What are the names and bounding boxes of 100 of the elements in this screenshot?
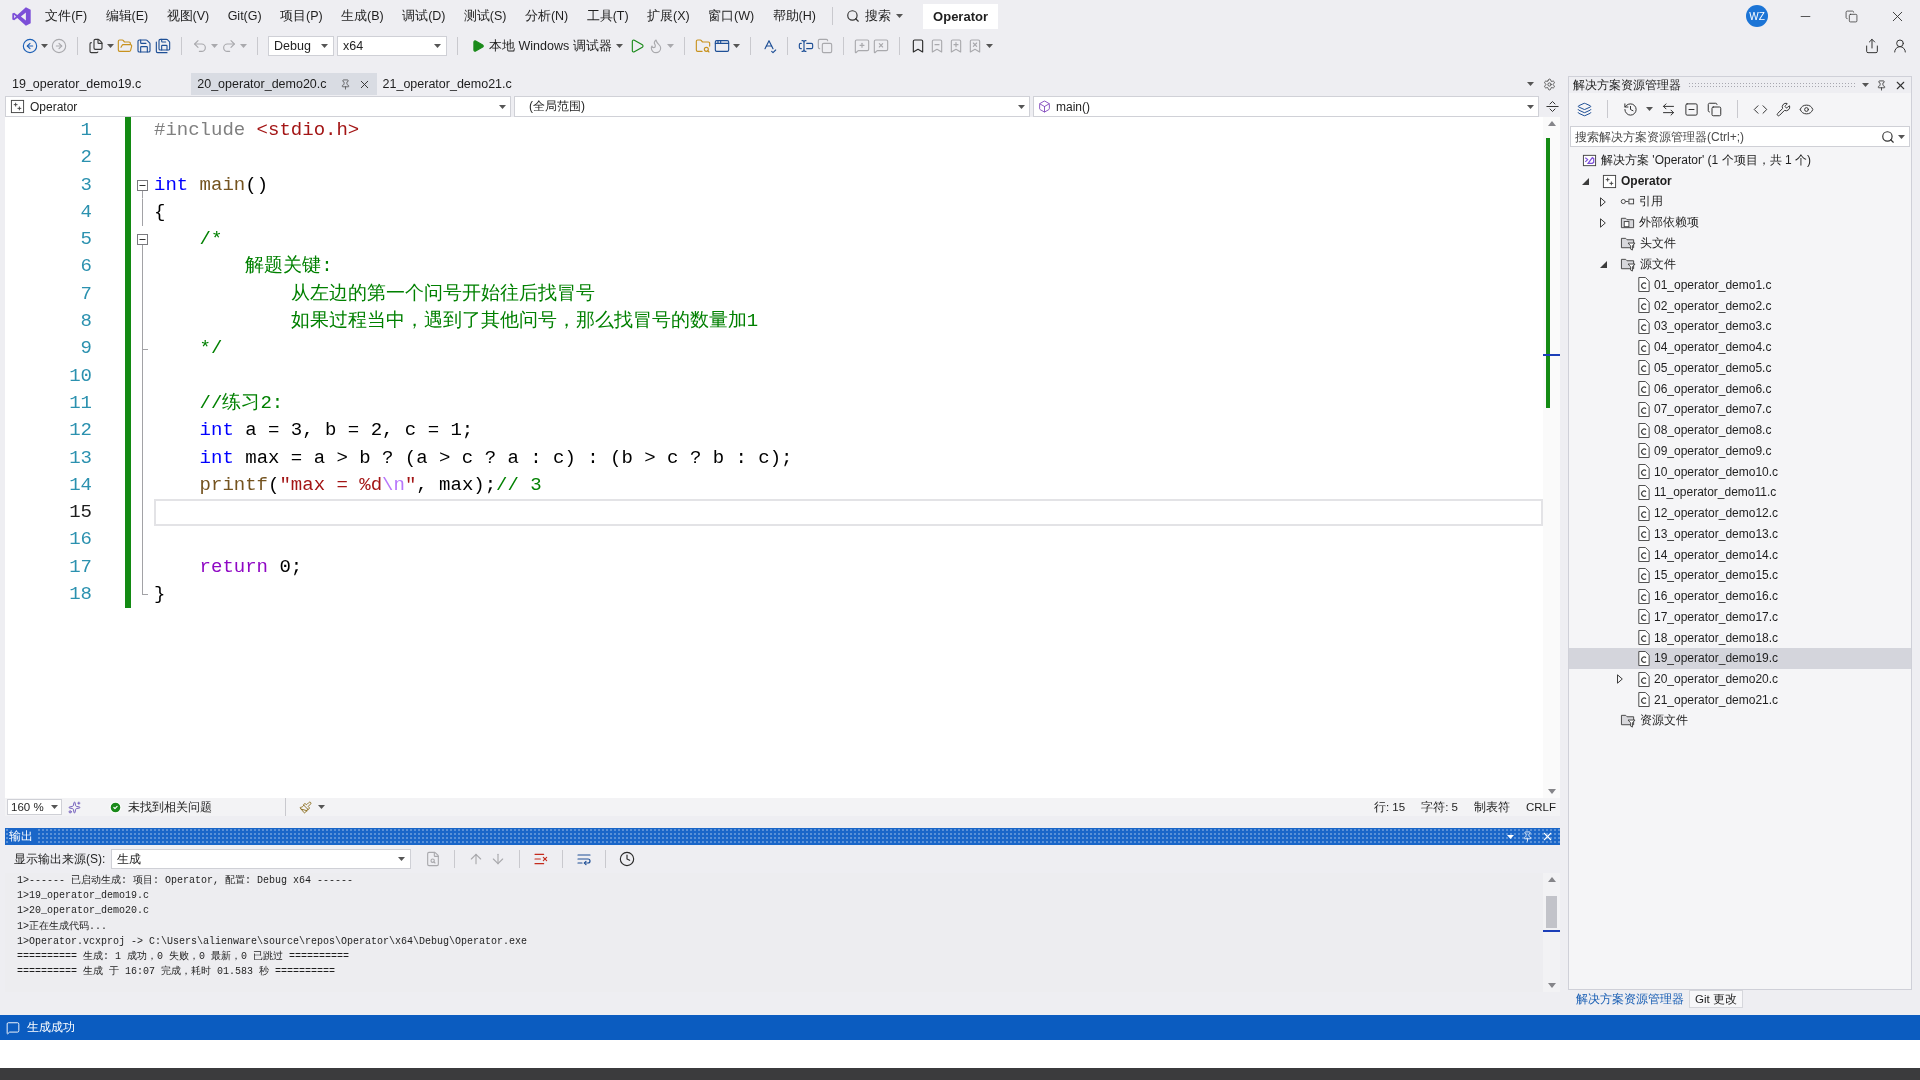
caret-icon[interactable] <box>318 805 325 809</box>
layers-icon[interactable] <box>1577 101 1592 117</box>
caret-right-icon[interactable] <box>1599 196 1606 207</box>
tree-item[interactable]: 13_operator_demo13.c <box>1569 523 1911 545</box>
project-dropdown[interactable]: Operator <box>5 96 511 117</box>
brush-icon[interactable] <box>299 800 312 814</box>
tree-item[interactable]: 01_operator_demo1.c <box>1569 274 1911 296</box>
panel-tab[interactable]: 解决方案资源管理器 <box>1571 990 1689 1008</box>
tree-item[interactable]: 资源文件 <box>1569 710 1911 731</box>
tree-item[interactable]: 21_operator_demo21.c <box>1569 689 1911 711</box>
speech-bubble-icon[interactable] <box>6 1020 20 1035</box>
save-all-icon[interactable] <box>155 38 171 54</box>
tree-item[interactable]: 09_operator_demo9.c <box>1569 440 1911 462</box>
tree-item[interactable]: 05_operator_demo5.c <box>1569 357 1911 379</box>
pin-icon[interactable] <box>1876 79 1887 91</box>
menu-item[interactable]: 分析(N) <box>515 7 578 25</box>
sparkles-icon[interactable] <box>68 800 81 814</box>
toolbar-dropdown[interactable]: Debug <box>268 36 334 56</box>
search-icon[interactable] <box>1881 129 1895 144</box>
caret-icon[interactable] <box>1507 834 1514 839</box>
output-source-dropdown[interactable]: 生成 <box>111 849 412 869</box>
menu-item[interactable]: 视图(V) <box>157 7 219 25</box>
tree-item[interactable]: 解决方案 'Operator' (1 个项目，共 1 个) <box>1569 150 1911 171</box>
save-icon[interactable] <box>136 38 152 54</box>
caret-down-icon[interactable] <box>1582 177 1589 185</box>
tree-item[interactable]: 18_operator_demo18.c <box>1569 627 1911 648</box>
pin-icon[interactable] <box>1522 831 1533 842</box>
scroll-up-icon[interactable] <box>1547 877 1556 882</box>
tree-item[interactable]: 外部依赖项 <box>1569 212 1911 233</box>
tree-item[interactable]: 14_operator_demo14.c <box>1569 544 1911 565</box>
tree-item[interactable]: 源文件 <box>1569 253 1911 275</box>
back-icon[interactable] <box>22 38 38 54</box>
caret-icon[interactable] <box>615 44 623 48</box>
start-debugging-button[interactable]: 本地 Windows 调试器 <box>468 37 626 55</box>
menu-item[interactable]: 文件(F) <box>36 7 97 25</box>
caret-icon[interactable] <box>1898 134 1905 139</box>
restore-icon[interactable] <box>1844 9 1858 23</box>
scroll-up-icon[interactable] <box>1547 121 1556 126</box>
caret-icon[interactable] <box>41 44 48 48</box>
tree-item[interactable]: 20_operator_demo20.c <box>1569 668 1911 690</box>
line-status[interactable]: 行: 15 <box>1374 799 1406 815</box>
scroll-down-icon[interactable] <box>1547 983 1556 988</box>
tree-item[interactable]: 15_operator_demo15.c <box>1569 565 1911 586</box>
scroll-thumb[interactable] <box>1546 896 1557 928</box>
files-icon[interactable] <box>88 38 104 54</box>
settings-icon[interactable] <box>1543 77 1556 91</box>
caret-icon[interactable] <box>51 805 58 809</box>
stacked-squares-icon[interactable] <box>1707 101 1722 117</box>
caret-icon[interactable] <box>398 857 406 861</box>
clear-list-icon[interactable] <box>533 851 550 867</box>
document-tab[interactable]: 20_operator_demo20.c <box>191 73 377 95</box>
tree-item[interactable]: 12_operator_demo12.c <box>1569 502 1911 524</box>
menu-item[interactable]: 编辑(E) <box>96 7 158 25</box>
tree-item[interactable]: 头文件 <box>1569 233 1911 254</box>
caret-right-icon[interactable] <box>1617 674 1623 685</box>
scroll-down-icon[interactable] <box>1547 789 1556 794</box>
close-icon[interactable] <box>1541 830 1554 843</box>
tree-item[interactable]: 10_operator_demo10.c <box>1569 461 1911 482</box>
wrench-icon[interactable] <box>1776 101 1791 117</box>
menu-item[interactable]: 工具(T) <box>577 7 638 25</box>
menu-item[interactable]: 调试(D) <box>392 7 455 25</box>
sync-arrows-icon[interactable] <box>1661 101 1676 117</box>
document-tab[interactable]: 19_operator_demo19.c <box>6 73 192 95</box>
split-icon[interactable] <box>1545 99 1560 114</box>
tree-item[interactable]: 16_operator_demo16.c <box>1569 585 1911 607</box>
menu-item[interactable]: 测试(S) <box>454 7 516 25</box>
search-button[interactable]: 搜索 <box>840 7 910 25</box>
caret-icon[interactable] <box>1527 104 1534 109</box>
toolbar-overflow-icon[interactable] <box>985 44 993 48</box>
tree-item[interactable]: 11_operator_demo11.c <box>1569 482 1911 503</box>
caret-icon[interactable] <box>434 44 441 48</box>
tree-item[interactable]: 17_operator_demo17.c <box>1569 606 1911 628</box>
panel-tab[interactable]: Git 更改 <box>1689 990 1743 1008</box>
tree-item[interactable]: Operator <box>1569 170 1911 192</box>
account-avatar[interactable]: WZ <box>1746 5 1768 27</box>
tree-item[interactable]: 04_operator_demo4.c <box>1569 336 1911 358</box>
tree-item[interactable]: 08_operator_demo8.c <box>1569 419 1911 441</box>
menu-item[interactable]: Git(G) <box>218 9 271 23</box>
caret-down-icon[interactable] <box>1599 260 1607 268</box>
toolbar-dropdown[interactable]: x64 <box>337 36 447 56</box>
wrap-icon[interactable] <box>576 851 593 867</box>
caret-icon[interactable] <box>499 104 506 109</box>
indent-status[interactable]: 制表符 <box>1473 799 1510 815</box>
share-icon[interactable] <box>1864 38 1880 54</box>
text-cursor-icon[interactable] <box>797 38 814 54</box>
window-icon[interactable] <box>713 38 730 54</box>
caret-icon[interactable] <box>1646 107 1653 111</box>
tree-item[interactable]: 06_operator_demo6.c <box>1569 378 1911 399</box>
scope-dropdown[interactable]: (全局范围) <box>514 96 1030 117</box>
minus-square-icon[interactable] <box>1684 101 1699 117</box>
search-field[interactable]: 搜索解决方案资源管理器(Ctrl+;) <box>1570 126 1910 147</box>
caret-icon[interactable] <box>1862 83 1869 87</box>
tree-item[interactable]: 07_operator_demo7.c <box>1569 399 1911 420</box>
collapse-icon[interactable] <box>137 179 148 191</box>
person-icon[interactable] <box>1892 38 1908 54</box>
menu-item[interactable]: 项目(P) <box>270 7 332 25</box>
collapse-icon[interactable] <box>137 234 148 246</box>
tree-item[interactable]: 03_operator_demo3.c <box>1569 316 1911 337</box>
column-status[interactable]: 字符: 5 <box>1421 799 1458 815</box>
tree-item[interactable]: 19_operator_demo19.c <box>1569 648 1911 669</box>
